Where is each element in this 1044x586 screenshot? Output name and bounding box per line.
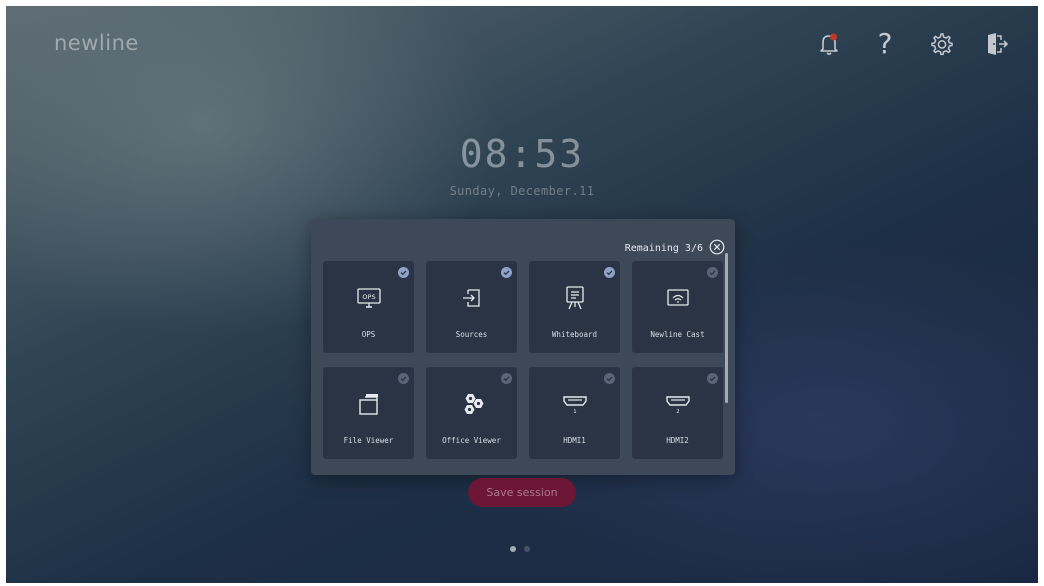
tile-label: HDMI1 xyxy=(563,436,586,445)
home-screen: newline ? 08:53 Sunday, December.11 Rema… xyxy=(6,6,1038,583)
tile-hdmi2[interactable]: 2 HDMI2 xyxy=(632,367,723,459)
clock-time: 08:53 xyxy=(459,132,585,176)
office-viewer-icon xyxy=(426,391,517,417)
newline-logo: newline xyxy=(54,31,139,55)
save-session-button[interactable]: Save session xyxy=(468,478,576,507)
panel-scrollbar[interactable] xyxy=(725,253,728,403)
ops-badge-text: OPS xyxy=(362,293,375,301)
file-viewer-icon xyxy=(323,391,414,417)
tile-label: File Viewer xyxy=(343,436,394,445)
whiteboard-icon xyxy=(529,285,620,311)
ops-icon: OPS xyxy=(323,285,414,311)
hdmi-port-number: 1 xyxy=(573,409,576,415)
tile-label: OPS xyxy=(361,330,376,339)
selected-check-icon[interactable] xyxy=(604,267,615,278)
selected-check-icon[interactable] xyxy=(398,267,409,278)
hdmi-icon: 1 xyxy=(529,391,620,417)
tile-office-viewer[interactable]: Office Viewer xyxy=(426,367,517,459)
remaining-count: Remaining 3/6 xyxy=(624,243,703,254)
tile-label: Whiteboard xyxy=(551,330,598,339)
tile-newline-cast[interactable]: Newline Cast xyxy=(632,261,723,353)
tile-label: HDMI2 xyxy=(666,436,689,445)
unselected-check-icon[interactable] xyxy=(501,373,512,384)
tile-file-viewer[interactable]: File Viewer xyxy=(323,367,414,459)
tile-label: Newline Cast xyxy=(650,330,705,339)
hdmi-port-number: 2 xyxy=(676,409,679,415)
hdmi-icon: 2 xyxy=(632,391,723,417)
unselected-check-icon[interactable] xyxy=(707,267,718,278)
unselected-check-icon[interactable] xyxy=(604,373,615,384)
page-dot[interactable] xyxy=(524,546,530,552)
close-icon[interactable] xyxy=(709,239,725,255)
newline-cast-icon xyxy=(632,285,723,311)
sources-input-icon xyxy=(426,285,517,311)
tile-whiteboard[interactable]: Whiteboard xyxy=(529,261,620,353)
tile-hdmi1[interactable]: 1 HDMI1 xyxy=(529,367,620,459)
help-glyph: ? xyxy=(877,27,893,60)
quick-launch-panel: Remaining 3/6 OPS OPS Sources Whiteboard… xyxy=(311,219,735,475)
tile-sources[interactable]: Sources xyxy=(426,261,517,353)
top-toolbar: ? xyxy=(812,27,1014,61)
notification-bell-icon[interactable] xyxy=(812,27,846,61)
settings-gear-icon[interactable] xyxy=(924,27,958,61)
page-dot-active[interactable] xyxy=(510,546,516,552)
unselected-check-icon[interactable] xyxy=(707,373,718,384)
tile-ops[interactable]: OPS OPS xyxy=(323,261,414,353)
unselected-check-icon[interactable] xyxy=(398,373,409,384)
page-indicator xyxy=(510,546,530,552)
selected-check-icon[interactable] xyxy=(501,267,512,278)
clock-date: Sunday, December.11 xyxy=(449,184,595,198)
help-icon[interactable]: ? xyxy=(868,27,902,61)
tile-label: Sources xyxy=(455,330,488,339)
exit-door-icon[interactable] xyxy=(980,27,1014,61)
tile-label: Office Viewer xyxy=(442,436,501,445)
